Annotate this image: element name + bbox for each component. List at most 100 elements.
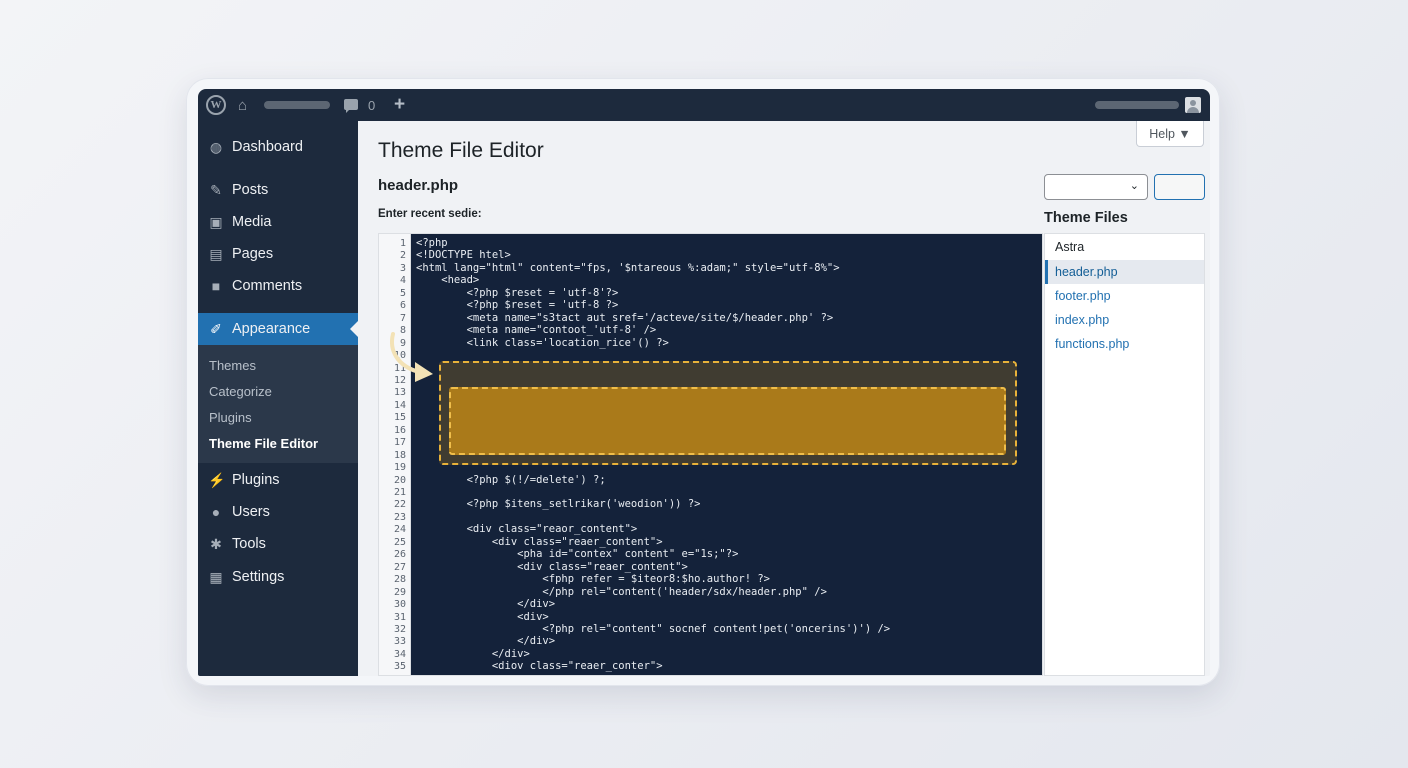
plugin-icon: ⚡	[208, 471, 226, 488]
line-number-gutter: 1 2 3 4 5 6 7 8 9 10 11 12 13 14 15 16 17 18 19 20 21 22 23 24 2…	[379, 234, 411, 675]
code-line[interactable]: <fphp refer = $iteor8:$ho.author! ?>	[416, 573, 770, 585]
line-number: 19	[393, 462, 406, 474]
theme-files-item-footer[interactable]: footer.php	[1045, 284, 1204, 308]
pin-icon: ✎	[210, 181, 222, 198]
submenu-item-categorize[interactable]: Categorize	[209, 384, 272, 399]
theme-files-item-index[interactable]: index.php	[1045, 308, 1204, 332]
site-name-placeholder[interactable]	[264, 101, 330, 109]
code-line[interactable]: </php rel="content('header/sdx/header.ph…	[416, 586, 826, 598]
submenu-item-theme-file-editor[interactable]: Theme File Editor	[209, 436, 318, 451]
sidebar-item-appearance[interactable]: ✐ Appearance	[198, 313, 358, 345]
submenu-item-themes[interactable]: Themes	[209, 358, 256, 373]
sidebar-item-label: Settings	[232, 569, 285, 585]
code-line[interactable]: <div class="reaor_content">	[416, 523, 638, 535]
line-number: 33	[393, 636, 406, 648]
avatar[interactable]	[1185, 97, 1201, 113]
sidebar-item-pages[interactable]: ▤ Pages	[198, 238, 358, 270]
sidebar-item-label: Dashboard	[232, 139, 303, 155]
line-number: 3	[399, 262, 406, 274]
comment-icon: ■	[211, 278, 221, 294]
sidebar-item-label: Comments	[232, 278, 303, 294]
highlighted-region-inner[interactable]	[449, 387, 1006, 455]
sidebar-item-label: Users	[232, 504, 270, 520]
sidebar-item-settings[interactable]: ▦ Settings	[198, 561, 358, 593]
user-name-placeholder[interactable]	[1095, 101, 1179, 109]
code-line[interactable]: <head>	[416, 274, 479, 286]
sidebar-item-media[interactable]: ▣ Media	[198, 206, 358, 238]
line-number: 16	[393, 424, 406, 436]
sidebar-item-label: Posts	[232, 182, 269, 198]
line-number: 25	[393, 536, 406, 548]
curved-arrow-icon	[390, 332, 433, 382]
home-icon[interactable]: ⌂	[238, 89, 247, 121]
line-number: 17	[393, 437, 406, 449]
comment-count[interactable]: 0	[368, 89, 375, 121]
sidebar-item-posts[interactable]: ✎ Posts	[198, 174, 358, 206]
code-line[interactable]: <?php	[416, 237, 448, 249]
line-number: 23	[393, 511, 406, 523]
wrench-icon: ✱	[210, 535, 222, 552]
code-line[interactable]: <div class="reaer_content">	[416, 561, 688, 573]
theme-files-item-header[interactable]: header.php	[1045, 260, 1204, 284]
code-line[interactable]: <html lang="html" content="fps, '$ntareo…	[416, 262, 840, 274]
code-line[interactable]: <?php rel="content" socnef content!pet('…	[416, 623, 890, 635]
line-number: 27	[393, 561, 406, 573]
sidebar-item-label: Pages	[232, 246, 274, 262]
main-content: Help ▼ Theme File Editor header.php ⌄ En…	[358, 121, 1210, 676]
select-theme-button[interactable]	[1154, 174, 1205, 200]
sidebar-item-tools[interactable]: ✱ Tools	[198, 528, 358, 560]
code-line[interactable]: <diov class="reaer_conter">	[416, 660, 663, 672]
code-line[interactable]: <?php $(!/=delete') ?;	[416, 474, 606, 486]
brush-icon: ✐	[210, 320, 222, 337]
settings-icon: ▦	[209, 568, 223, 585]
line-number: 34	[393, 648, 406, 660]
pages-icon: ▤	[209, 245, 223, 262]
chevron-down-icon: ⌄	[1129, 180, 1139, 192]
line-number: 6	[399, 300, 406, 312]
code-line[interactable]: <link class='location_rice'() ?>	[416, 337, 669, 349]
code-line[interactable]: <pha id="contex" content" e="1s;"?>	[416, 548, 738, 560]
line-number: 22	[393, 499, 406, 511]
line-number: 28	[393, 574, 406, 586]
help-button[interactable]: Help ▼	[1136, 121, 1204, 147]
sidebar-item-users[interactable]: ● Users	[198, 496, 358, 528]
sidebar-item-label: Appearance	[232, 321, 311, 337]
code-line[interactable]: </div>	[416, 598, 555, 610]
media-icon: ▣	[209, 213, 223, 230]
line-number: 21	[393, 487, 406, 498]
code-line[interactable]: </div>	[416, 648, 530, 660]
sidebar-item-plugins[interactable]: ⚡ Plugins	[198, 464, 358, 496]
code-line[interactable]: <meta name="contoot_'utf-8' />	[416, 324, 657, 336]
code-line[interactable]: <meta name="s3tact aut sref='/acteve/sit…	[416, 312, 834, 324]
code-editor[interactable]: 1 2 3 4 5 6 7 8 9 10 11 12 13 14 15 16 17 18 19 20 21 22 23 24 2…	[378, 233, 1043, 676]
theme-files-item-functions[interactable]: functions.php	[1045, 332, 1204, 356]
sidebar-item-label: Media	[232, 214, 272, 230]
code-line[interactable]: <?php $reset = 'utf-8'?>	[416, 287, 619, 299]
theme-files-list: Astra header.php footer.php index.php fu…	[1044, 233, 1205, 676]
code-line[interactable]: <?php $itens_setlrikar('weodion')) ?>	[416, 498, 701, 510]
theme-files-item-astra[interactable]: Astra	[1045, 235, 1204, 259]
comment-bubble-icon[interactable]	[344, 99, 358, 113]
code-line[interactable]: </div>	[416, 635, 555, 647]
new-content-plus-icon[interactable]: +	[394, 89, 405, 121]
appearance-submenu: Themes Categorize Plugins Theme File Edi…	[198, 345, 358, 463]
code-line[interactable]: <div>	[416, 611, 549, 623]
submenu-item-plugins[interactable]: Plugins	[209, 410, 252, 425]
sidebar-item-label: Plugins	[232, 472, 280, 488]
code-line[interactable]: <!DOCTYPE htel>	[416, 249, 511, 261]
code-line[interactable]: <?php $reset = 'utf-8 ?>	[416, 299, 619, 311]
line-number: 24	[393, 524, 406, 536]
wordpress-logo-icon[interactable]: W	[206, 95, 226, 115]
sidebar-item-label: Tools	[232, 536, 266, 552]
sidebar-item-comments[interactable]: ■ Comments	[198, 270, 358, 302]
theme-select-dropdown[interactable]: ⌄	[1044, 174, 1148, 200]
file-content-label: Enter recent sedie:	[378, 208, 482, 220]
sidebar-item-dashboard[interactable]: ◍ Dashboard	[198, 131, 358, 163]
line-number: 4	[399, 275, 406, 287]
code-line[interactable]: <div class="reaer_content">	[416, 536, 663, 548]
line-number: 29	[393, 586, 406, 598]
theme-files-heading: Theme Files	[1044, 210, 1128, 226]
line-number: 20	[393, 474, 406, 486]
line-number: 32	[393, 623, 406, 635]
current-file-title: header.php	[378, 177, 459, 194]
